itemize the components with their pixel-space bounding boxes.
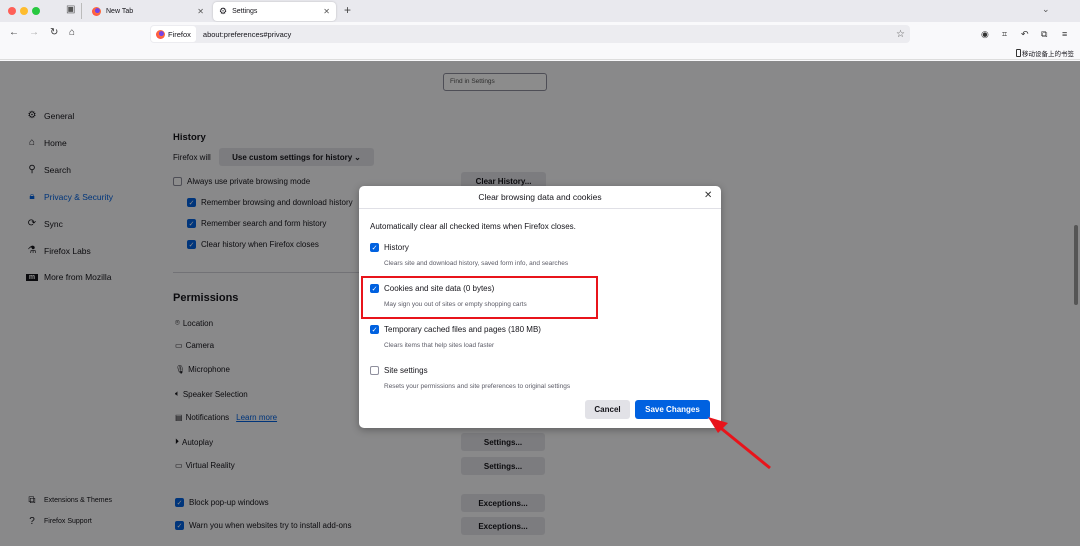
dialog-title: Clear browsing data and cookies	[478, 192, 602, 202]
account-icon[interactable]: ◉	[981, 29, 989, 40]
undo-icon[interactable]: ↶	[1021, 29, 1029, 40]
close-tab-icon[interactable]: ✕	[323, 7, 330, 16]
history-option[interactable]: ✓ History	[370, 243, 409, 252]
tab-overview-icon[interactable]: ▣	[66, 4, 75, 15]
checkbox[interactable]: ✓	[370, 325, 379, 334]
option-label: History	[384, 243, 409, 252]
cache-option[interactable]: ✓ Temporary cached files and pages (180 M…	[370, 325, 541, 334]
close-tab-icon[interactable]: ✕	[197, 7, 204, 16]
identity-label: Firefox	[168, 29, 191, 39]
list-tabs-chevron-icon[interactable]: ⌄	[1042, 4, 1050, 15]
crop-icon[interactable]: ⌗	[1002, 29, 1007, 40]
mobile-bookmarks[interactable]: 移动设备上的书签	[1016, 48, 1074, 58]
option-description: Clears site and download history, saved …	[384, 260, 569, 267]
option-label: Site settings	[384, 366, 428, 375]
option-description: Clears items that help sites load faster	[384, 342, 495, 349]
checkbox[interactable]: ✓	[370, 243, 379, 252]
firefox-icon	[156, 29, 165, 39]
firefox-icon	[92, 7, 101, 16]
forward-button[interactable]: →	[29, 27, 39, 38]
new-tab-button[interactable]: +	[344, 3, 351, 17]
bookmark-star-icon[interactable]: ☆	[896, 29, 905, 40]
zoom-window-button[interactable]	[32, 7, 40, 15]
option-label: Temporary cached files and pages (180 MB…	[384, 325, 541, 334]
red-arrow-annotation	[708, 417, 771, 470]
divider	[81, 3, 82, 19]
checkbox[interactable]	[370, 366, 379, 375]
identity-box[interactable]: Firefox	[151, 26, 196, 42]
dialog-intro: Automatically clear all checked items wh…	[370, 222, 576, 231]
option-description: Resets your permissions and site prefere…	[384, 383, 571, 390]
site-settings-option[interactable]: Site settings	[370, 366, 428, 375]
minimize-window-button[interactable]	[20, 7, 28, 15]
menu-icon[interactable]: ≡	[1062, 29, 1067, 39]
close-dialog-button[interactable]: ✕	[704, 190, 712, 201]
tab-label: New Tab	[106, 8, 134, 15]
home-button[interactable]: ⌂	[69, 27, 75, 38]
gear-icon: ⚙	[219, 6, 228, 16]
tab-bar: ▣ New Tab ✕ ⚙ Settings ✕ + ⌄	[0, 0, 1080, 22]
highlight-box	[361, 276, 598, 319]
extensions-icon[interactable]: ⧉	[1041, 29, 1047, 40]
mobile-bookmarks-label: 移动设备上的书签	[1022, 51, 1074, 58]
tab-new-tab[interactable]: New Tab ✕	[86, 2, 210, 21]
url-text[interactable]: about:preferences#privacy	[203, 30, 291, 39]
close-window-button[interactable]	[8, 7, 16, 15]
mobile-device-icon	[1016, 49, 1021, 57]
scrollbar-thumb[interactable]	[1074, 225, 1078, 305]
cancel-button[interactable]: Cancel	[585, 400, 630, 419]
arrow-shaft	[716, 423, 771, 470]
back-button[interactable]: ←	[9, 27, 19, 38]
tab-label: Settings	[232, 8, 258, 15]
tab-settings[interactable]: ⚙ Settings ✕	[213, 2, 336, 21]
url-bar[interactable]: Firefox about:preferences#privacy ☆	[150, 25, 910, 43]
reload-button[interactable]: ↻	[50, 27, 58, 38]
dialog-divider	[359, 208, 721, 209]
